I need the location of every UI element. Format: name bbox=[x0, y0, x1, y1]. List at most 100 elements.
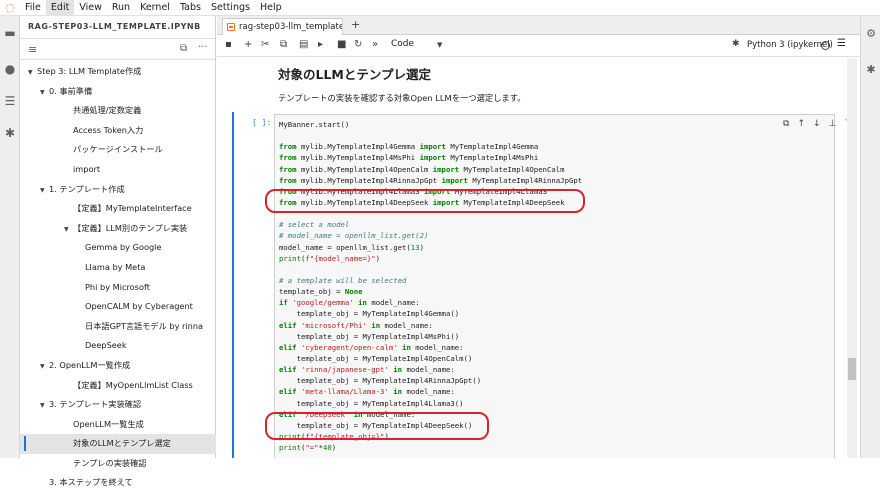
toc-item[interactable]: OpenLLM一覧生成 bbox=[20, 415, 216, 435]
collapse-icon[interactable]: ⧉ bbox=[180, 43, 187, 54]
chevron-down-icon[interactable]: ▼ bbox=[40, 357, 49, 377]
running-icon[interactable]: ● bbox=[3, 62, 17, 76]
code-cell-editor[interactable]: ⧉↑↓⊥⊤▮ MyBanner.start() from mylib.MyTem… bbox=[274, 114, 852, 458]
copy-icon[interactable]: ⧉ bbox=[280, 39, 287, 50]
code-line: from mylib.MyTemplateImpl4MsPhi import M… bbox=[279, 153, 539, 163]
toc-item[interactable]: DeepSeek bbox=[20, 336, 216, 356]
notebook-content: 対象のLLMとテンプレ選定 テンプレートの実装を確認する対象Open LLMを一… bbox=[217, 58, 860, 458]
panel-toolbar: ≡ ⧉ ··· bbox=[20, 38, 215, 60]
menu-tabs[interactable]: Tabs bbox=[175, 0, 206, 16]
duplicate-icon[interactable]: ⧉ bbox=[783, 119, 797, 129]
toc-item-label: 【定義】MyOpenLlmList Class bbox=[73, 379, 193, 390]
toc-item-label: Phi by Microsoft bbox=[85, 281, 150, 292]
toc-item[interactable]: パッケージインストール bbox=[20, 140, 216, 160]
toc-item[interactable]: ▼ Step 3: LLM Template作成 bbox=[20, 62, 216, 82]
restart-icon[interactable]: ↻ bbox=[354, 39, 362, 50]
toc-item[interactable]: ▼ 1. テンプレート作成 bbox=[20, 180, 216, 200]
stop-icon[interactable]: ■ bbox=[337, 39, 346, 50]
folder-icon[interactable]: ▬ bbox=[3, 26, 17, 40]
tab-bar: rag-step03-llm_template.ipyr + bbox=[217, 16, 860, 35]
code-line: if 'google/gemma' in model_name: bbox=[279, 298, 420, 308]
scrollbar[interactable] bbox=[847, 58, 857, 458]
gear-icon[interactable]: ✱ bbox=[732, 39, 740, 49]
cell-type-select[interactable]: Code bbox=[391, 39, 414, 49]
toc-item[interactable]: 【定義】MyOpenLlmList Class bbox=[20, 376, 216, 396]
paste-icon[interactable]: ▤ bbox=[299, 39, 308, 50]
fast-forward-icon[interactable]: » bbox=[372, 39, 378, 50]
active-cell-indicator bbox=[232, 112, 234, 458]
cut-icon[interactable]: ✂ bbox=[261, 39, 269, 50]
menu-icon[interactable]: ☰ bbox=[837, 38, 846, 49]
toc-item[interactable]: テンプレの実装確認 bbox=[20, 454, 216, 474]
move-down-icon[interactable]: ↓ bbox=[813, 119, 829, 129]
save-icon[interactable]: ▪ bbox=[225, 39, 232, 50]
tab-notebook[interactable]: rag-step03-llm_template.ipyr bbox=[222, 18, 343, 35]
list-icon[interactable]: ≡ bbox=[28, 43, 37, 56]
menu-view[interactable]: View bbox=[74, 0, 107, 16]
chevron-down-icon[interactable]: ▼ bbox=[437, 41, 442, 49]
toc-item[interactable]: import bbox=[20, 160, 216, 180]
kernel-name[interactable]: Python 3 (ipykernel) bbox=[747, 40, 833, 50]
toc-item-label: 1. テンプレート作成 bbox=[49, 183, 125, 194]
menu-run[interactable]: Run bbox=[107, 0, 135, 16]
menu-file[interactable]: File bbox=[20, 0, 46, 16]
code-line: template_obj = MyTemplateImpl4OpenCalm() bbox=[279, 353, 473, 363]
toc-item[interactable]: 【定義】MyTemplateInterface bbox=[20, 199, 216, 219]
add-tab-button[interactable]: + bbox=[351, 18, 360, 31]
chevron-down-icon[interactable]: ▼ bbox=[64, 220, 73, 240]
toc-item-label: 日本語GPT言語モデル by rinna bbox=[85, 320, 204, 331]
property-inspector-icon[interactable]: ⚙ bbox=[864, 26, 878, 40]
menu-edit[interactable]: Edit bbox=[45, 0, 75, 16]
toc-item[interactable]: ▼ 3. テンプレート実装確認 bbox=[20, 395, 216, 415]
debugger-icon[interactable]: ✱ bbox=[864, 62, 878, 76]
menubar: ◌ File Edit View Run Kernel Tabs Settings Help bbox=[0, 0, 880, 16]
code-line: elif 'cyberagent/open-calm' in model_nam… bbox=[279, 342, 464, 352]
notebook-icon bbox=[227, 23, 235, 31]
toc-item[interactable]: ▼ 2. OpenLLM一覧作成 bbox=[20, 356, 216, 376]
annotation-highlight-elif bbox=[265, 412, 489, 440]
move-up-icon[interactable]: ↑ bbox=[797, 119, 813, 129]
toc-item[interactable]: 3. 本ステップを終えて bbox=[20, 473, 216, 493]
toc-item[interactable]: ▼ 0. 事前準備 bbox=[20, 82, 216, 102]
toc-item-label: 【定義】LLM別のテンプレ実装 bbox=[73, 222, 188, 233]
menu-settings[interactable]: Settings bbox=[206, 0, 255, 16]
toc-item[interactable]: 日本語GPT言語モデル by rinna bbox=[20, 317, 216, 337]
toc-item[interactable]: 対象のLLMとテンプレ選定 bbox=[20, 434, 216, 454]
toc-icon[interactable]: ☰ bbox=[3, 94, 17, 108]
chevron-down-icon[interactable]: ▼ bbox=[40, 83, 49, 103]
toc-item[interactable]: Gemma by Google bbox=[20, 238, 216, 258]
toc-item[interactable]: OpenCALM by Cyberagent bbox=[20, 297, 216, 317]
toc-item[interactable]: Phi by Microsoft bbox=[20, 278, 216, 298]
extension-icon[interactable]: ✱ bbox=[3, 126, 17, 140]
scrollbar-thumb[interactable] bbox=[848, 358, 856, 380]
toc-item-label: OpenCALM by Cyberagent bbox=[85, 301, 193, 312]
notebook-toolbar: ▪ + ✂ ⧉ ▤ ▸ ■ ↻ » Code ▼ ✱ Python 3 (ipy… bbox=[217, 35, 860, 57]
toc-item[interactable]: ▼ 【定義】LLM別のテンプレ実装 bbox=[20, 219, 216, 239]
chevron-down-icon[interactable]: ▼ bbox=[40, 181, 49, 201]
markdown-text: テンプレートの実装を確認する対象Open LLMを一つ選定します。 bbox=[278, 93, 526, 103]
toc-item-label: Gemma by Google bbox=[85, 242, 162, 253]
insert-above-icon[interactable]: ⊥ bbox=[829, 119, 845, 129]
chevron-down-icon[interactable]: ▼ bbox=[28, 63, 37, 83]
toc-item-label: 3. テンプレート実装確認 bbox=[49, 399, 142, 410]
toc-item[interactable]: 共通処理/定数定義 bbox=[20, 101, 216, 121]
chevron-down-icon[interactable]: ▼ bbox=[40, 396, 49, 416]
run-icon[interactable]: ▸ bbox=[318, 39, 323, 50]
toc-item[interactable]: Llama by Meta bbox=[20, 258, 216, 278]
code-text[interactable]: MyBanner.start() from mylib.MyTemplateIm… bbox=[279, 119, 582, 453]
toc-item[interactable]: Access Token入力 bbox=[20, 121, 216, 141]
toc-item-label: DeepSeek bbox=[85, 340, 127, 351]
toc-item-label: 【定義】MyTemplateInterface bbox=[73, 203, 192, 214]
menu-help[interactable]: Help bbox=[255, 0, 287, 16]
menu-kernel[interactable]: Kernel bbox=[135, 0, 175, 16]
toc-item-label: OpenLLM一覧生成 bbox=[73, 418, 144, 429]
insert-cell-icon[interactable]: + bbox=[244, 39, 252, 50]
table-of-contents: ▼ Step 3: LLM Template作成 ▼ 0. 事前準備 共通処理/定数定義… bbox=[20, 62, 216, 493]
more-icon[interactable]: ··· bbox=[198, 42, 208, 53]
toc-item-label: テンプレの実装確認 bbox=[73, 457, 147, 468]
code-line: from mylib.MyTemplateImpl4RinnaJpGpt imp… bbox=[279, 175, 583, 185]
left-panel: RAG-STEP03-LLM_TEMPLATE.IPYNB ≡ ⧉ ··· ▼ S… bbox=[20, 16, 216, 487]
code-line: template_obj = MyTemplateImpl4MsPhi() bbox=[279, 331, 460, 341]
code-line: template_obj = MyTemplateImpl4Gemma() bbox=[279, 309, 460, 319]
